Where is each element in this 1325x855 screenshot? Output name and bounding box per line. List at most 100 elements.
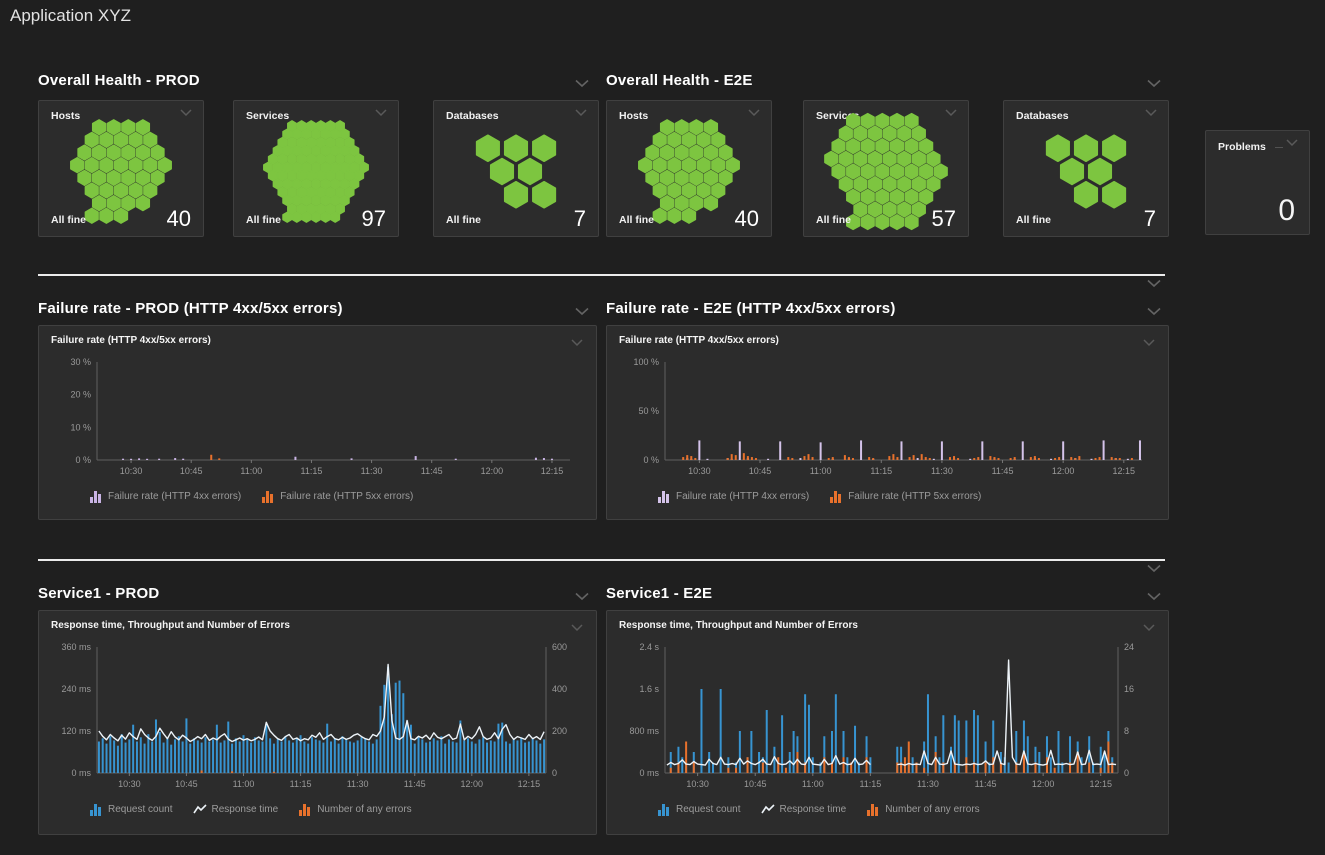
chart-legend: Request count Response time Number of any … [89, 803, 584, 816]
tile-label: Databases [1016, 110, 1069, 122]
legend-label: Failure rate (HTTP 5xx errors) [280, 491, 413, 502]
svg-text:10:30: 10:30 [686, 779, 709, 789]
bar-series-icon [298, 803, 312, 816]
legend-label: Response time [212, 804, 279, 815]
svg-text:20 %: 20 % [70, 390, 91, 400]
entity-count: 97 [362, 206, 386, 232]
health-tile-databases-prod[interactable]: Databases All fine 7 [433, 100, 599, 237]
legend-item[interactable]: Failure rate (HTTP 4xx errors) [89, 490, 241, 503]
chevron-down-icon[interactable] [1144, 109, 1160, 118]
legend-item[interactable]: Number of any errors [298, 803, 411, 816]
health-tile-hosts-e2e[interactable]: Hosts All fine 40 [606, 100, 772, 237]
svg-text:12:15: 12:15 [541, 466, 564, 476]
svg-text:11:45: 11:45 [992, 466, 1014, 476]
legend-label: Request count [108, 804, 173, 815]
tile-label: Hosts [51, 110, 80, 122]
svg-text:16: 16 [1124, 684, 1134, 694]
chevron-down-icon[interactable] [374, 109, 390, 118]
chevron-down-icon[interactable] [944, 109, 960, 118]
chart-title: Failure rate (HTTP 4xx/5xx errors) [619, 335, 1142, 346]
svg-text:11:45: 11:45 [975, 779, 997, 789]
legend-item[interactable]: Response time [761, 803, 847, 816]
chevron-down-icon[interactable] [1146, 564, 1162, 573]
entity-count: 7 [574, 206, 586, 232]
section-heading-service1-prod: Service1 - PROD [38, 585, 159, 602]
svg-text:11:30: 11:30 [931, 466, 953, 476]
svg-text:11:00: 11:00 [233, 779, 255, 789]
svg-text:12:00: 12:00 [481, 466, 504, 476]
chevron-down-icon[interactable] [570, 334, 584, 352]
svg-text:120 ms: 120 ms [61, 726, 91, 736]
service-metrics-chart: 360 ms240 ms120 ms0 ms600400200010:3010:… [51, 637, 584, 795]
chevron-down-icon[interactable] [179, 109, 195, 118]
legend-label: Failure rate (HTTP 4xx errors) [108, 491, 241, 502]
health-tile-services-e2e[interactable]: Services All fine 57 [803, 100, 969, 237]
status-text: All fine [51, 214, 86, 226]
svg-text:600: 600 [552, 642, 567, 652]
chevron-down-icon[interactable] [574, 109, 590, 118]
status-text: All fine [446, 214, 481, 226]
chevron-down-icon[interactable] [1146, 592, 1162, 601]
honeycomb[interactable] [446, 123, 586, 220]
chevron-down-icon[interactable] [574, 592, 590, 601]
status-text: All fine [816, 214, 851, 226]
tile-label: Services [246, 110, 289, 122]
svg-text:30 %: 30 % [70, 357, 91, 367]
bar-series-icon [89, 490, 103, 503]
chevron-down-icon[interactable] [1142, 619, 1156, 637]
svg-text:11:00: 11:00 [802, 779, 824, 789]
svg-text:0 ms: 0 ms [71, 768, 91, 778]
svg-text:12:00: 12:00 [461, 779, 484, 789]
chart-tile-failure-prod[interactable]: Failure rate (HTTP 4xx/5xx errors) 30 %2… [38, 325, 597, 520]
svg-text:10:30: 10:30 [688, 466, 711, 476]
svg-text:0 ms: 0 ms [639, 768, 659, 778]
svg-text:11:45: 11:45 [421, 466, 443, 476]
svg-text:10:45: 10:45 [180, 466, 203, 476]
health-tile-services-prod[interactable]: Services All fine 97 [233, 100, 399, 237]
bar-series-icon [866, 803, 880, 816]
chart-legend: Request count Response time Number of any … [657, 803, 1156, 816]
chevron-down-icon[interactable] [1146, 279, 1162, 288]
bar-series-icon [89, 803, 103, 816]
chevron-down-icon[interactable] [1146, 79, 1162, 88]
chart-tile-service1-e2e[interactable]: Response time, Throughput and Number of … [606, 610, 1169, 835]
legend-item[interactable]: Failure rate (HTTP 4xx errors) [657, 490, 809, 503]
tile-label: Problems [1218, 141, 1266, 153]
svg-text:800 ms: 800 ms [629, 726, 659, 736]
section-heading-service1-e2e: Service1 - E2E [606, 585, 712, 602]
chevron-down-icon[interactable] [1146, 307, 1162, 316]
legend-item[interactable]: Number of any errors [866, 803, 979, 816]
problems-tile[interactable]: Problems 0 [1205, 130, 1310, 235]
legend-label: Number of any errors [317, 804, 411, 815]
legend-item[interactable]: Request count [89, 803, 173, 816]
chart-tile-service1-prod[interactable]: Response time, Throughput and Number of … [38, 610, 597, 835]
legend-item[interactable]: Failure rate (HTTP 5xx errors) [829, 490, 981, 503]
section-heading-failure-prod: Failure rate - PROD (HTTP 4xx/5xx errors… [38, 300, 343, 317]
svg-text:12:15: 12:15 [518, 779, 541, 789]
problems-count: 0 [1278, 194, 1295, 228]
chevron-down-icon[interactable] [747, 109, 763, 118]
svg-text:11:45: 11:45 [404, 779, 426, 789]
chevron-down-icon[interactable] [1285, 139, 1301, 148]
legend-item[interactable]: Failure rate (HTTP 5xx errors) [261, 490, 413, 503]
legend-item[interactable]: Request count [657, 803, 741, 816]
svg-text:0 %: 0 % [643, 455, 659, 465]
health-tile-hosts-prod[interactable]: Hosts All fine 40 [38, 100, 204, 237]
bar-series-icon [657, 803, 671, 816]
chevron-down-icon[interactable] [574, 307, 590, 316]
chevron-down-icon[interactable] [570, 619, 584, 637]
honeycomb[interactable] [1016, 123, 1156, 220]
chevron-down-icon[interactable] [574, 79, 590, 88]
legend-item[interactable]: Response time [193, 803, 279, 816]
service-metrics-chart: 2.4 s1.6 s800 ms0 ms24168010:3010:4511:0… [619, 637, 1156, 795]
svg-text:11:00: 11:00 [240, 466, 262, 476]
chart-tile-failure-e2e[interactable]: Failure rate (HTTP 4xx/5xx errors) 100 %… [606, 325, 1169, 520]
svg-text:12:00: 12:00 [1032, 779, 1055, 789]
svg-text:11:00: 11:00 [810, 466, 832, 476]
chevron-down-icon[interactable] [1142, 334, 1156, 352]
svg-text:11:15: 11:15 [301, 466, 323, 476]
svg-text:11:30: 11:30 [347, 779, 369, 789]
svg-text:0: 0 [1124, 768, 1129, 778]
status-text: All fine [619, 214, 654, 226]
health-tile-databases-e2e[interactable]: Databases All fine 7 [1003, 100, 1169, 237]
